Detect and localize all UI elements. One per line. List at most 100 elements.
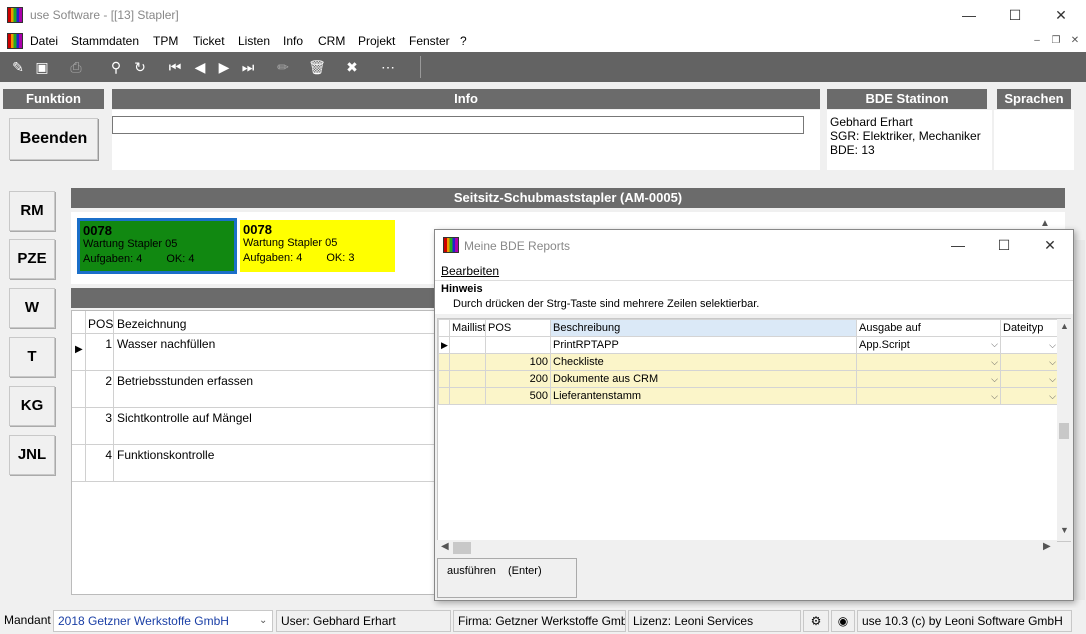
mandant-select[interactable]: 2018 Getzner Werkstoffe GmbH ⌄ [53, 610, 273, 632]
task-pos: 1 [105, 337, 112, 351]
beenden-button[interactable]: Beenden [9, 118, 98, 160]
side-button-rm[interactable]: RM [9, 191, 55, 231]
dateityp-cell[interactable]: ⌵ [1000, 336, 1059, 354]
dialog-minimize-icon[interactable]: — [935, 230, 981, 260]
network-icon[interactable]: ◉ [831, 610, 855, 632]
side-button-t[interactable]: T [9, 337, 55, 377]
mdi-minimize-icon[interactable]: – [1029, 34, 1045, 48]
menu-projekt[interactable]: Projekt [358, 34, 395, 48]
menu-datei[interactable]: Datei [30, 34, 58, 48]
menu-stammdaten[interactable]: Stammdaten [71, 34, 139, 48]
beschreibung-cell: Dokumente aus CRM [550, 370, 857, 388]
ausgabe-cell[interactable]: ⌵ [856, 353, 1001, 371]
grid-vertical-scrollbar[interactable]: ▲ ▼ [1057, 319, 1071, 541]
h-scroll-thumb[interactable] [453, 542, 471, 554]
first-record-icon[interactable]: ⏮ [165, 57, 185, 77]
maximize-icon[interactable]: ☐ [992, 0, 1038, 30]
report-row[interactable]: 100 Checkliste ⌵ ⌵ [438, 353, 1059, 371]
trash-icon[interactable]: 🗑 [307, 57, 327, 77]
scroll-right-icon[interactable]: ▶ [1043, 541, 1051, 552]
funktion-header: Funktion [3, 89, 104, 109]
info-input[interactable] [112, 116, 804, 134]
mdi-restore-icon[interactable]: ❐ [1048, 34, 1064, 48]
search-icon[interactable]: ⚲ [106, 57, 126, 77]
execute-label: ausführen [447, 565, 496, 577]
dateityp-cell[interactable]: ⌵ [1000, 387, 1059, 405]
menu-info[interactable]: Info [283, 34, 303, 48]
ausgabe-header[interactable]: Ausgabe auf [856, 319, 1001, 337]
work-card-1[interactable]: 0078 Wartung Stapler 05 Aufgaben: 4 OK: 4 [77, 218, 237, 274]
cancel-icon[interactable]: ✖ [342, 57, 362, 77]
maillist-cell[interactable] [449, 336, 486, 354]
dateityp-header[interactable]: Dateityp [1000, 319, 1059, 337]
side-button-w[interactable]: W [9, 288, 55, 328]
dropdown-chevron-icon[interactable]: ⌵ [1049, 391, 1056, 402]
beschreibung-cell: Lieferantenstamm [550, 387, 857, 405]
last-record-icon[interactable]: ⏭ [238, 57, 258, 77]
scroll-down-icon[interactable]: ▼ [1060, 525, 1069, 535]
side-button-pze[interactable]: PZE [9, 239, 55, 279]
maillist-cell[interactable] [449, 370, 486, 388]
previous-record-icon[interactable]: ◀ [190, 57, 210, 77]
maillist-cell[interactable] [449, 387, 486, 405]
dropdown-chevron-icon[interactable]: ⌵ [991, 357, 998, 368]
card-scroll-up-icon[interactable]: ▲ [1040, 218, 1050, 229]
side-button-jnl[interactable]: JNL [9, 435, 55, 475]
menu-bearbeiten[interactable]: Bearbeiten [441, 264, 499, 278]
grid-horizontal-scrollbar[interactable]: ◀ ▶ [437, 540, 1057, 556]
dropdown-chevron-icon[interactable]: ⌵ [991, 391, 998, 402]
task-text[interactable]: Funktionskontrolle [117, 448, 214, 462]
minimize-icon[interactable]: — [946, 0, 992, 30]
refresh-icon[interactable]: ↻ [130, 57, 150, 77]
beschreibung-header[interactable]: Beschreibung [550, 319, 857, 337]
ausgabe-cell[interactable]: ⌵ [856, 370, 1001, 388]
next-record-icon[interactable]: ▶ [214, 57, 234, 77]
dialog-maximize-icon[interactable]: ☐ [981, 230, 1027, 260]
pos-header[interactable]: POS [485, 319, 551, 337]
task-text[interactable]: Sichtkontrolle auf Mängel [117, 411, 252, 425]
task-text[interactable]: Wasser nachfüllen [117, 337, 215, 351]
grid-corner [438, 319, 450, 337]
print-icon[interactable]: ⎙ [66, 57, 86, 77]
dropdown-chevron-icon[interactable]: ⌵ [1049, 374, 1056, 385]
work-card-2[interactable]: 0078 Wartung Stapler 05 Aufgaben: 4 OK: 3 [240, 220, 395, 272]
ausgabe-cell[interactable]: App.Script ⌵ [856, 336, 1001, 354]
more-icon[interactable]: ⋯ [378, 57, 398, 77]
menu-fenster[interactable]: Fenster [409, 34, 450, 48]
hint-panel: Hinweis Durch drücken der Strg-Taste sin… [435, 280, 1073, 314]
report-row[interactable]: 500 Lieferantenstamm ⌵ ⌵ [438, 387, 1059, 405]
maillist-header[interactable]: Maillist [449, 319, 486, 337]
menu-tpm[interactable]: TPM [153, 34, 178, 48]
bug-icon[interactable]: ⚙ [803, 610, 829, 632]
bde-number: BDE: 13 [830, 143, 875, 157]
ausgabe-cell[interactable]: ⌵ [856, 387, 1001, 405]
scroll-up-icon[interactable]: ▲ [1060, 321, 1069, 331]
execute-button[interactable]: ausführen (Enter) [437, 558, 577, 598]
scroll-thumb[interactable] [1059, 423, 1069, 439]
dropdown-chevron-icon[interactable]: ⌵ [991, 374, 998, 385]
menu-crm[interactable]: CRM [318, 34, 345, 48]
mdi-close-icon[interactable]: ✕ [1067, 34, 1083, 48]
side-button-kg[interactable]: KG [9, 386, 55, 426]
maillist-cell[interactable] [449, 353, 486, 371]
row-indicator [438, 353, 450, 371]
pen-icon[interactable]: ✏ [273, 57, 293, 77]
menu-listen[interactable]: Listen [238, 34, 270, 48]
scroll-left-icon[interactable]: ◀ [441, 541, 449, 552]
edit-icon[interactable]: ✎ [8, 57, 28, 77]
close-icon[interactable]: ✕ [1038, 0, 1084, 30]
report-row[interactable]: 200 Dokumente aus CRM ⌵ ⌵ [438, 370, 1059, 388]
menu-help[interactable]: ? [460, 34, 467, 48]
dialog-close-icon[interactable]: ✕ [1027, 230, 1073, 260]
dropdown-chevron-icon[interactable]: ⌵ [1049, 357, 1056, 368]
chevron-down-icon[interactable]: ⌄ [259, 611, 267, 631]
dateityp-cell[interactable]: ⌵ [1000, 353, 1059, 371]
report-row[interactable]: ▶ PrintRPTAPP App.Script ⌵ ⌵ [438, 336, 1059, 354]
dropdown-chevron-icon[interactable]: ⌵ [991, 339, 998, 350]
main-scrollbar[interactable] [1075, 240, 1085, 600]
menu-ticket[interactable]: Ticket [193, 34, 225, 48]
task-text[interactable]: Betriebsstunden erfassen [117, 374, 253, 388]
save-icon[interactable]: ▣ [32, 57, 52, 77]
dropdown-chevron-icon[interactable]: ⌵ [1049, 340, 1056, 351]
dateityp-cell[interactable]: ⌵ [1000, 370, 1059, 388]
